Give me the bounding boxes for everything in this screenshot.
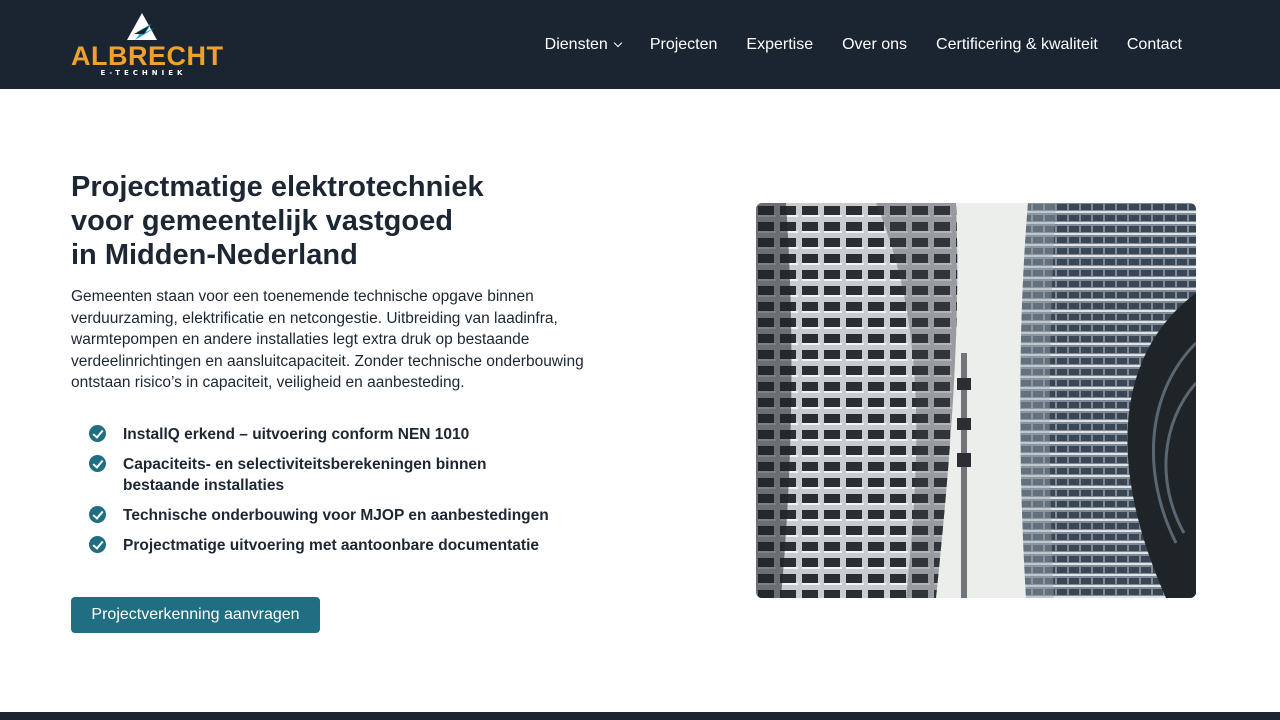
nav-item-projecten[interactable]: Projecten — [650, 36, 718, 54]
checklist-item: Technische onderbouwing voor MJOP en aan… — [89, 505, 559, 526]
nav-item-over-ons[interactable]: Over ons — [842, 36, 907, 54]
nav-item-certificering[interactable]: Certificering & kwaliteit — [936, 36, 1098, 54]
checklist-item-text: InstallQ erkend – uitvoering conform NEN… — [123, 426, 470, 443]
nav-item-label: Projecten — [649, 35, 718, 53]
main-nav: Diensten Projecten Expertise Over ons Ce… — [545, 0, 1182, 89]
nav-item-label: Certificering & kwaliteit — [936, 35, 1098, 53]
nav-item-contact[interactable]: Contact — [1127, 36, 1182, 54]
feature-checklist: InstallQ erkend – uitvoering conform NEN… — [89, 424, 559, 565]
check-circle-icon — [89, 536, 106, 553]
project-request-button[interactable]: Projectverkenning aanvragen — [71, 597, 320, 633]
hero-title: Projectmatige elektrotechniek voor gemee… — [71, 170, 591, 272]
check-circle-icon — [89, 455, 106, 472]
checklist-item: Projectmatige uitvoering met aantoonbare… — [89, 535, 559, 556]
lightning-mountain-icon — [127, 13, 157, 40]
check-circle-icon — [89, 425, 106, 442]
hero-title-line: voor gemeentelijk vastgoed — [71, 205, 453, 237]
nav-item-expertise[interactable]: Expertise — [746, 36, 813, 54]
check-circle-icon — [89, 506, 106, 523]
nav-item-label: Contact — [1126, 35, 1182, 53]
nav-item-label: Diensten — [544, 35, 608, 53]
checklist-item-text: Projectmatige uitvoering met aantoonbare… — [123, 537, 539, 554]
nav-item-label: Over ons — [842, 35, 908, 53]
nav-item-label: Expertise — [746, 35, 814, 53]
nav-item-diensten[interactable]: Diensten — [544, 35, 623, 54]
buildings-photo-icon — [756, 203, 1196, 598]
footer-strip — [0, 712, 1280, 720]
hero-title-line: in Midden-Nederland — [71, 239, 358, 271]
checklist-item-text: Technische onderbouwing voor MJOP en aan… — [123, 507, 549, 524]
hero-intro: Gemeenten staan voor een toenemende tech… — [71, 288, 584, 392]
brand-tagline: E-TECHNIEK — [100, 69, 187, 77]
chevron-down-icon — [613, 38, 623, 47]
hero-title-line: Projectmatige elektrotechniek — [71, 171, 484, 203]
checklist-item: Capaciteits- en selectiviteitsberekening… — [89, 454, 559, 496]
hero-image — [756, 203, 1196, 598]
site-header: ALBRECHT E-TECHNIEK Diensten Projecten E… — [0, 0, 1280, 89]
checklist-item-text: Capaciteits- en selectiviteitsberekening… — [123, 456, 487, 494]
brand-name: ALBRECHT — [71, 41, 224, 71]
brand-logo[interactable]: ALBRECHT E-TECHNIEK — [71, 12, 224, 80]
checklist-item: InstallQ erkend – uitvoering conform NEN… — [89, 424, 559, 445]
